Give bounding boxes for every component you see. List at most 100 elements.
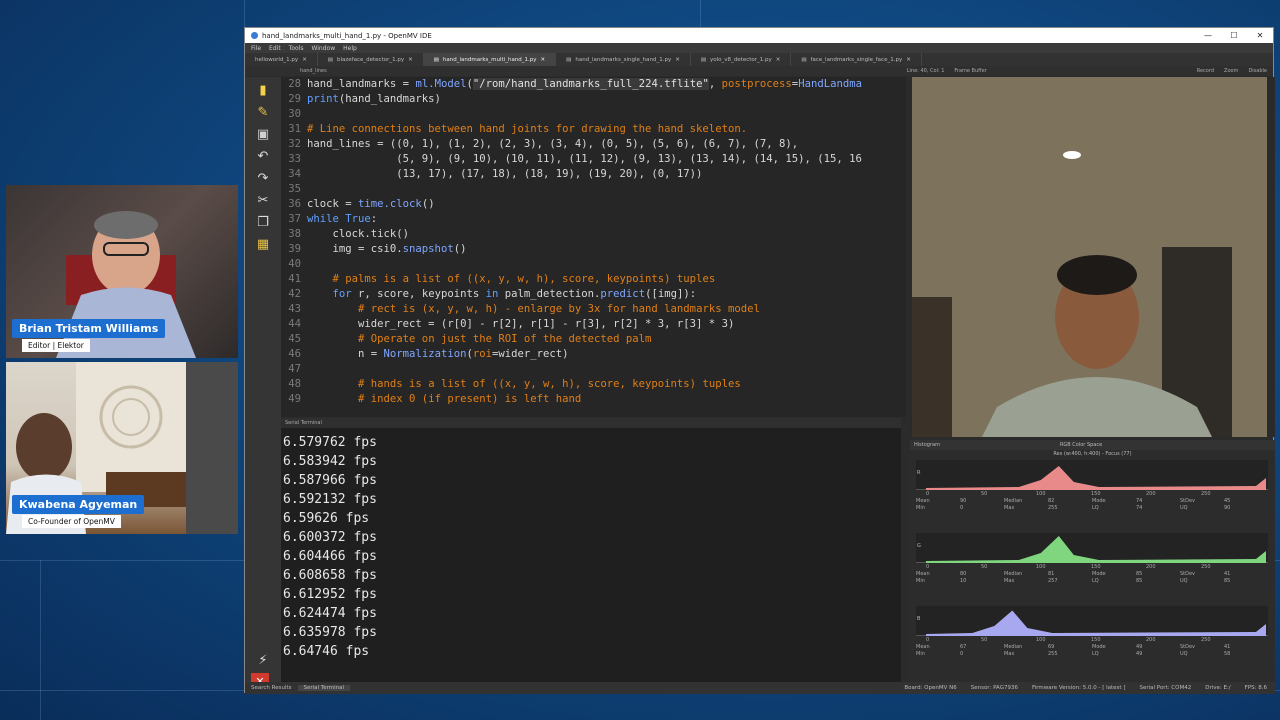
- color-space-selector[interactable]: RGB Color Space: [1060, 442, 1102, 448]
- terminal-line: 6.604466 fps: [283, 549, 377, 564]
- close-icon[interactable]: ✕: [776, 57, 781, 63]
- code-line[interactable]: 45 # Operate on just the ROI of the dete…: [281, 332, 906, 347]
- close-icon[interactable]: ✕: [302, 57, 307, 63]
- undo-icon[interactable]: ↶: [251, 147, 275, 165]
- serial-terminal-tab[interactable]: Serial Terminal: [297, 685, 351, 691]
- code-text: hand_landmarks = ml.Model("/rom/hand_lan…: [307, 78, 862, 90]
- line-number: 41: [288, 273, 301, 285]
- code-line[interactable]: 38 clock.tick(): [281, 227, 906, 242]
- histogram-graph: B: [916, 606, 1268, 636]
- code-line[interactable]: 48 # hands is a list of ((x, y, w, h), s…: [281, 377, 906, 392]
- histogram-curve: [926, 466, 1266, 490]
- code-text: # rect is (x, y, w, h) - enlarge by 3x f…: [358, 303, 760, 315]
- menu-bar: File Edit Tools Window Help: [245, 43, 1273, 53]
- cut-icon[interactable]: ✂: [251, 191, 275, 209]
- menu-help[interactable]: Help: [343, 45, 357, 52]
- code-text: n = Normalization(roi=wider_rect): [307, 348, 569, 360]
- file-icon: ▤: [801, 56, 807, 63]
- menu-window[interactable]: Window: [311, 45, 335, 52]
- connect-icon[interactable]: ⚡: [251, 651, 275, 669]
- maximize-button[interactable]: ☐: [1221, 31, 1247, 40]
- code-text: print(hand_landmarks): [307, 93, 441, 105]
- line-number: 46: [288, 348, 301, 360]
- open-file-icon[interactable]: ✎: [251, 103, 275, 121]
- axis-tick: 0: [926, 637, 930, 643]
- code-line[interactable]: 33 (5, 9), (9, 10), (10, 11), (11, 12), …: [281, 152, 906, 167]
- code-line[interactable]: 30: [281, 107, 906, 122]
- stat-value: 0: [960, 651, 964, 657]
- terminal-line: 6.600372 fps: [283, 530, 377, 545]
- menu-edit[interactable]: Edit: [269, 45, 281, 52]
- stat-value: Mode: [1092, 571, 1106, 577]
- disable-button[interactable]: Disable: [1248, 68, 1267, 74]
- search-results-tab[interactable]: Search Results: [245, 685, 298, 691]
- code-line[interactable]: 39 img = csi0.snapshot(): [281, 242, 906, 257]
- stat-value: Mean: [916, 644, 930, 650]
- axis-tick: 100: [1036, 637, 1046, 643]
- tab-yolo[interactable]: ▤ yolo_v8_detector_1.py ✕: [691, 53, 792, 66]
- menu-tools[interactable]: Tools: [289, 45, 304, 52]
- close-icon[interactable]: ✕: [906, 57, 911, 63]
- tab-helloworld[interactable]: helloworld_1.py ✕: [245, 53, 318, 66]
- code-line[interactable]: 49 # index 0 (if present) is left hand: [281, 392, 906, 407]
- camera-frame: [912, 77, 1267, 437]
- code-line[interactable]: 46 n = Normalization(roi=wider_rect): [281, 347, 906, 362]
- close-icon[interactable]: ✕: [541, 57, 546, 63]
- code-line[interactable]: 42 for r, score, keypoints in palm_detec…: [281, 287, 906, 302]
- tab-face-landmarks[interactable]: ▤ face_landmarks_single_face_1.py ✕: [791, 53, 922, 66]
- code-line[interactable]: 31 # Line connections between hand joints…: [281, 122, 906, 137]
- redo-icon[interactable]: ↷: [251, 169, 275, 187]
- terminal-line: 6.635978 fps: [283, 625, 377, 640]
- serial-terminal[interactable]: 6.579762 fps 6.583942 fps 6.587966 fps 6.59…: [281, 428, 901, 683]
- code-line[interactable]: 43 # rect is (x, y, w, h) - enlarge by 3…: [281, 302, 906, 317]
- editor-subbar: hand_lines Line: 40, Col: 1 Frame Buffer…: [245, 66, 1273, 76]
- code-text: wider_rect = (r[0] - r[2], r[1] - r[3], …: [307, 318, 735, 330]
- file-icon: ▤: [700, 56, 707, 63]
- tab-hand-landmarks-single[interactable]: ▤ hand_landmarks_single_hand_1.py ✕: [556, 53, 691, 66]
- title-bar: hand_landmarks_multi_hand_1.py - OpenMV …: [245, 28, 1273, 43]
- stat-value: StDev: [1180, 571, 1196, 577]
- copy-icon[interactable]: ❐: [251, 213, 275, 231]
- participant-video-kwabena: Kwabena Agyeman Co-Founder of OpenMV: [6, 362, 238, 534]
- code-line[interactable]: 36 clock = time.clock(): [281, 197, 906, 212]
- axis-tick: 0: [926, 564, 930, 570]
- code-line[interactable]: 47: [281, 362, 906, 377]
- close-icon[interactable]: ✕: [408, 57, 413, 63]
- record-button[interactable]: Record: [1197, 68, 1214, 74]
- stat-value: Median: [1004, 571, 1023, 577]
- stat-value: 41: [1224, 571, 1231, 577]
- menu-file[interactable]: File: [251, 45, 261, 52]
- axis-tick: 50: [981, 637, 988, 643]
- stat-value: 74: [1136, 498, 1143, 504]
- code-line[interactable]: 34 (13, 17), (17, 18), (18, 19), (19, 20…: [281, 167, 906, 182]
- channel-label: R: [917, 470, 921, 476]
- code-editor[interactable]: 28 hand_landmarks = ml.Model("/rom/hand_l…: [281, 77, 906, 417]
- app-icon: [251, 32, 258, 39]
- tab-blazeface[interactable]: ▤ blazeface_detector_1.py ✕: [318, 53, 424, 66]
- code-line[interactable]: 29 print(hand_landmarks): [281, 92, 906, 107]
- code-line[interactable]: 44 wider_rect = (r[0] - r[2], r[1] - r[3…: [281, 317, 906, 332]
- histogram-curve: [926, 610, 1266, 636]
- line-number: 42: [288, 288, 301, 300]
- code-line[interactable]: 40: [281, 257, 906, 272]
- symbol-selector[interactable]: hand_lines: [300, 68, 327, 74]
- code-line[interactable]: 35: [281, 182, 906, 197]
- stat-value: 58: [1224, 651, 1231, 657]
- close-icon[interactable]: ✕: [675, 57, 680, 63]
- save-icon[interactable]: ▣: [251, 125, 275, 143]
- serial-terminal-header: Serial Terminal: [281, 418, 901, 428]
- bottom-bar: Search Results Serial Terminal Board: Op…: [245, 682, 1275, 694]
- code-line[interactable]: 37 while True:: [281, 212, 906, 227]
- minimize-button[interactable]: —: [1195, 31, 1221, 40]
- paste-icon[interactable]: ▦: [251, 235, 275, 253]
- stat-value: 85: [1136, 571, 1143, 577]
- code-line[interactable]: 28 hand_landmarks = ml.Model("/rom/hand_l…: [281, 77, 906, 92]
- new-file-icon[interactable]: ▮: [251, 81, 275, 99]
- code-line[interactable]: 32 hand_lines = ((0, 1), (1, 2), (2, 3), …: [281, 137, 906, 152]
- close-button[interactable]: ✕: [1247, 31, 1273, 40]
- stat-value: Max: [1004, 651, 1015, 657]
- zoom-button[interactable]: Zoom: [1224, 68, 1238, 74]
- code-line[interactable]: 41 # palms is a list of ((x, y, w, h), s…: [281, 272, 906, 287]
- firmware-status[interactable]: Firmware Version: 5.0.0 - [ latest ]: [1032, 685, 1126, 691]
- tab-hand-landmarks-multi[interactable]: ▤ hand_landmarks_multi_hand_1.py ✕: [423, 53, 557, 66]
